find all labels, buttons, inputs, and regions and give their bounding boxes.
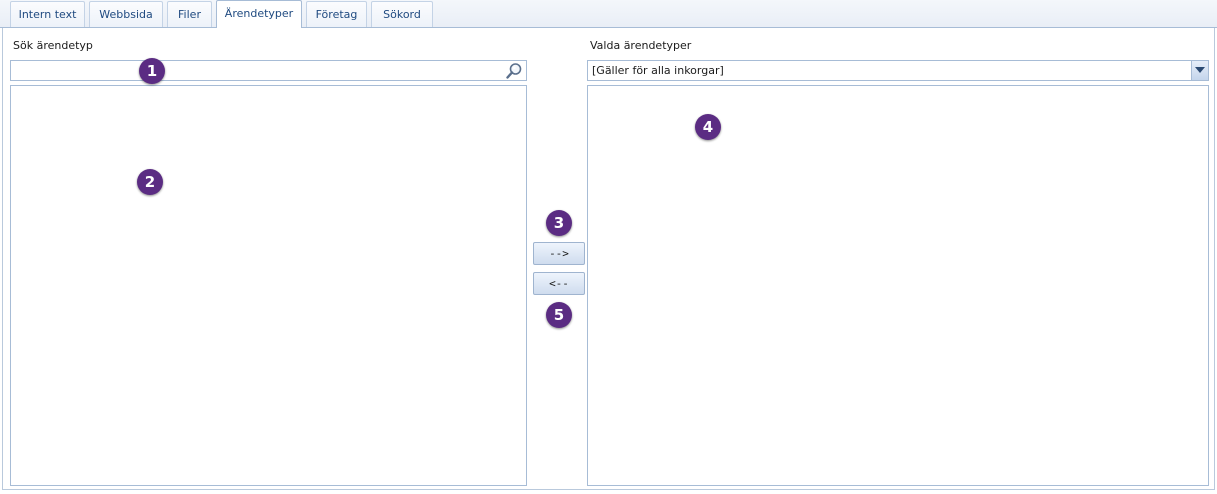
callout-badge: 4 (695, 114, 721, 140)
tab-arendetyper[interactable]: Ärendetyper (216, 0, 302, 28)
tab-sokord[interactable]: Sökord (371, 1, 433, 27)
tab-filer[interactable]: Filer (167, 1, 212, 27)
callout-badge: 2 (137, 169, 163, 195)
add-button[interactable]: --> (533, 242, 585, 265)
callout-badge: 3 (546, 210, 572, 236)
tab-foretag[interactable]: Företag (306, 1, 367, 27)
callout-badge: 1 (139, 58, 165, 84)
window: Intern text Webbsida Filer Ärendetyper F… (0, 0, 1217, 494)
dropdown-arrow-button[interactable] (1191, 61, 1208, 80)
search-input[interactable] (13, 62, 507, 79)
tab-intern-text[interactable]: Intern text (10, 1, 85, 27)
callout-badge: 5 (546, 302, 572, 328)
search-label: Sök ärendetyp (13, 39, 93, 52)
tab-webbsida[interactable]: Webbsida (89, 1, 163, 27)
selected-label: Valda ärendetyper (590, 39, 692, 52)
search-field[interactable] (10, 60, 527, 81)
inbox-dropdown-value: [Gäller för alla inkorgar] (592, 64, 724, 77)
tab-strip: Intern text Webbsida Filer Ärendetyper F… (0, 0, 1217, 28)
search-icon[interactable] (505, 62, 523, 80)
remove-button[interactable]: <-- (533, 272, 585, 295)
selected-types-list[interactable] (587, 85, 1209, 486)
available-types-list[interactable] (10, 85, 527, 486)
inbox-dropdown[interactable]: [Gäller för alla inkorgar] (587, 60, 1209, 81)
chevron-down-icon (1195, 67, 1205, 73)
